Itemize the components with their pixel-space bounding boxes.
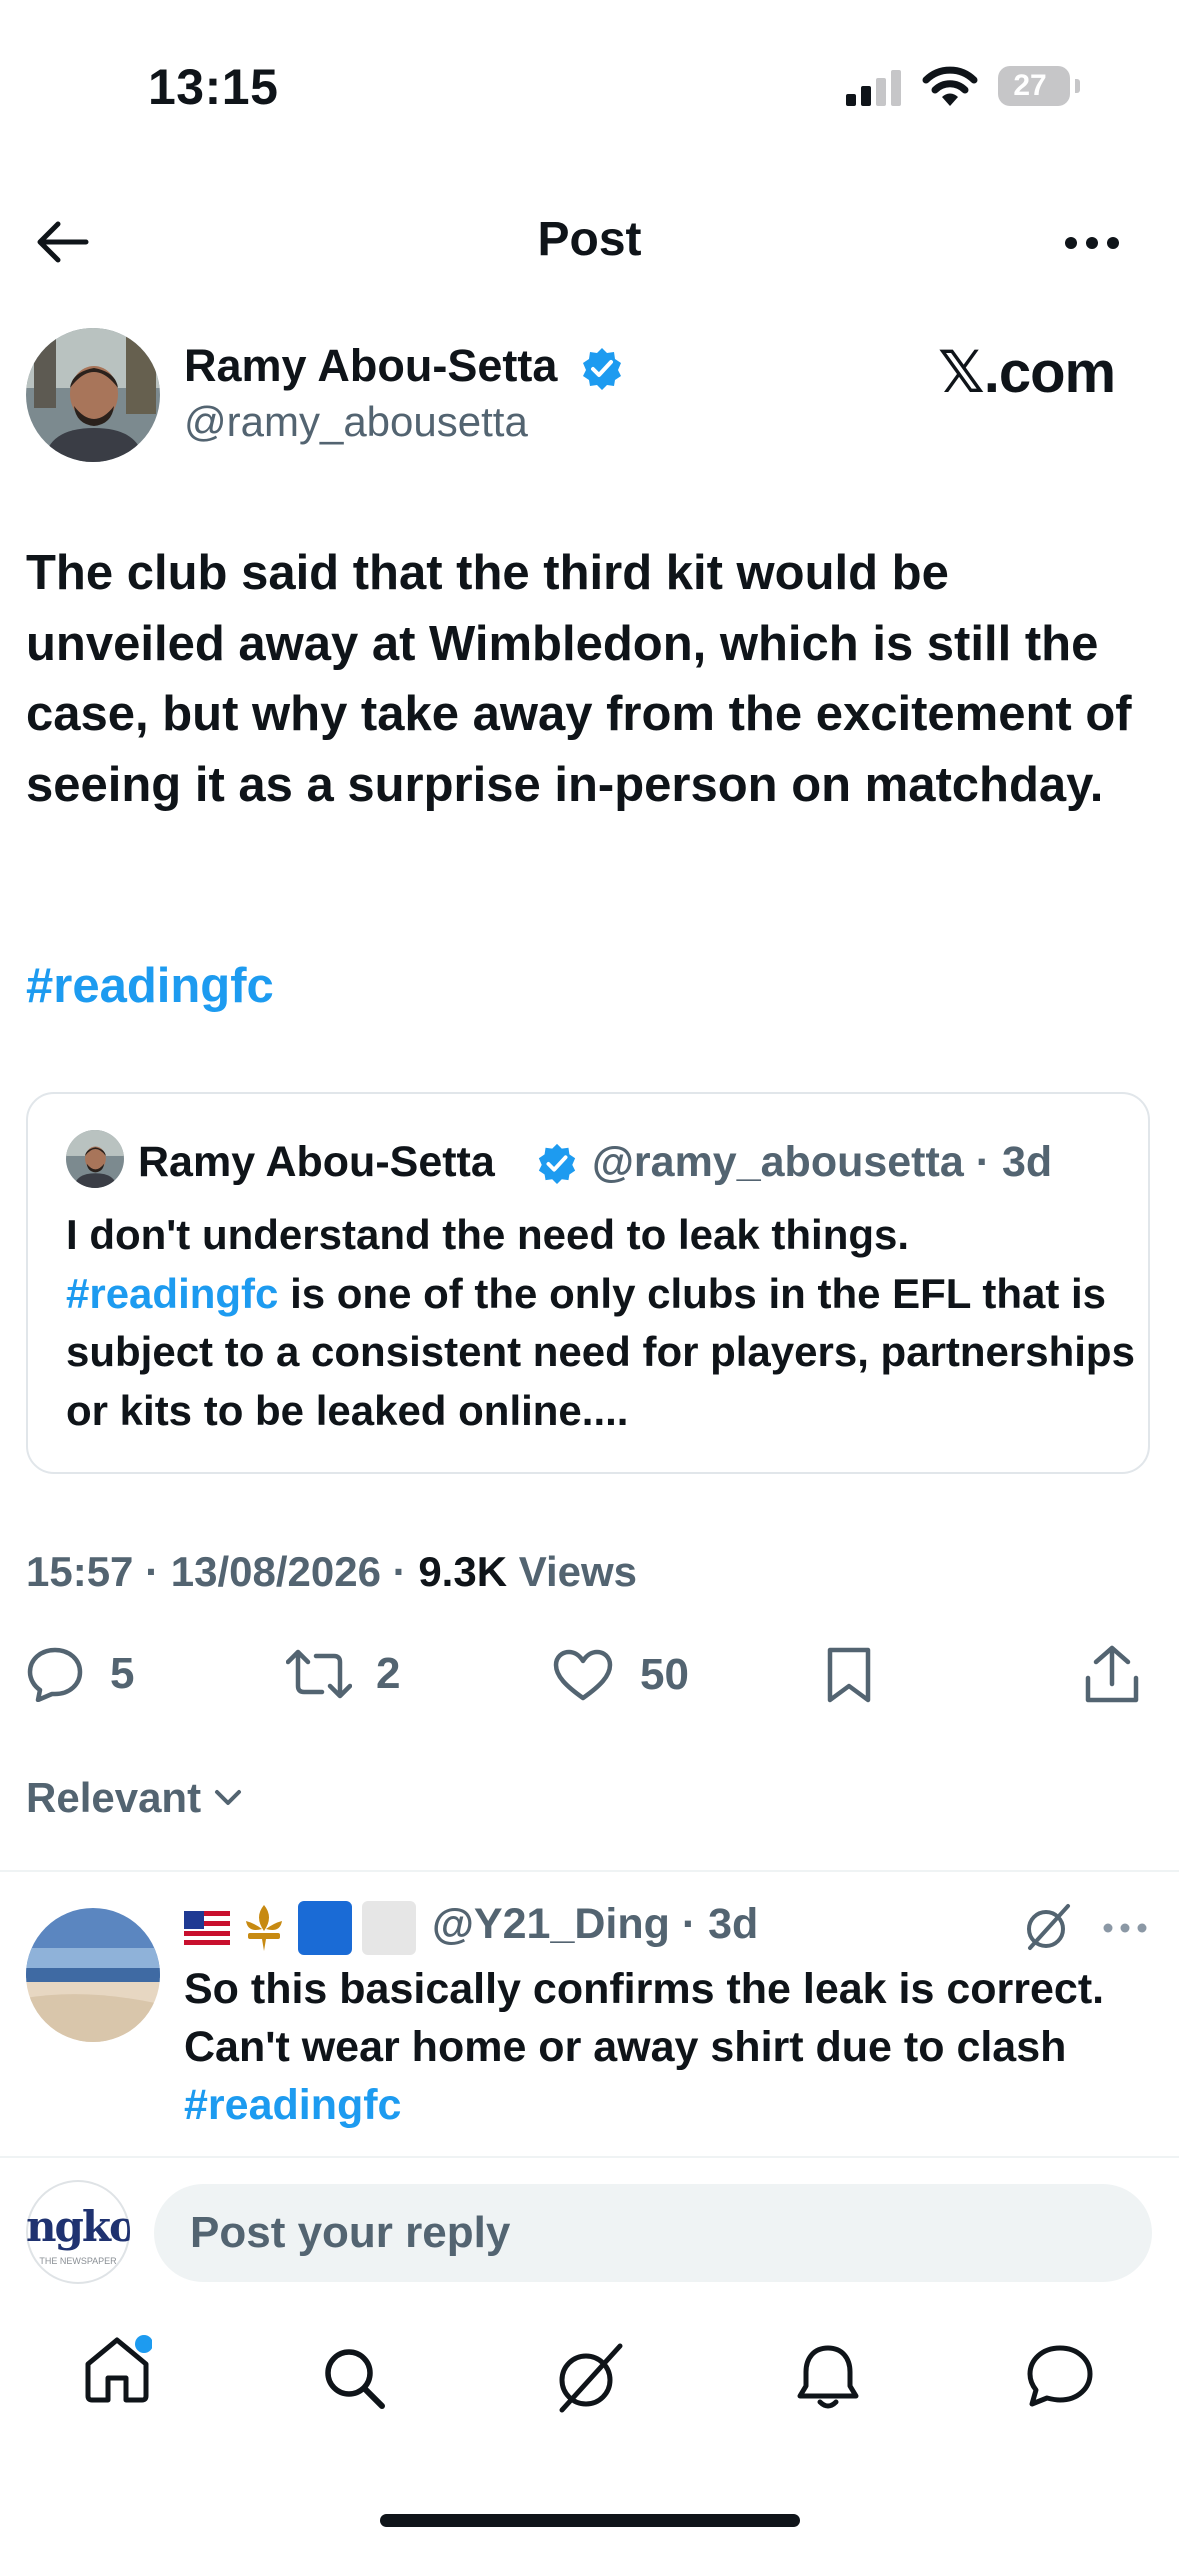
search-icon[interactable] xyxy=(322,2346,386,2410)
verified-badge-icon xyxy=(580,346,624,390)
post-date: 13/08/2026 xyxy=(170,1548,381,1595)
source-label: 𝕏.com xyxy=(938,340,1116,405)
quote-handle-text: @ramy_abousetta xyxy=(592,1138,964,1186)
reply-time: 3d xyxy=(708,1900,759,1948)
page-title: Post xyxy=(537,213,642,266)
reply-hashtag[interactable]: #readingfc xyxy=(184,2076,1174,2134)
composer-avatar: ngko THE NEWSPAPER xyxy=(26,2180,130,2284)
reply-separator: · xyxy=(681,1900,697,1948)
repost-icon xyxy=(286,1648,352,1700)
grok-icon[interactable] xyxy=(1024,1902,1074,1952)
quote-separator: · xyxy=(975,1138,991,1186)
signal-icon xyxy=(846,70,902,106)
reply-handle-text: @Y21_Ding xyxy=(432,1900,670,1948)
more-icon[interactable] xyxy=(1064,236,1120,250)
quote-text: I don't understand the need to leak thin… xyxy=(66,1206,1136,1440)
meta-separator-2: · xyxy=(392,1548,407,1595)
composer-avatar-text: ngko xyxy=(26,2202,130,2251)
reply-button[interactable]: 5 xyxy=(26,1646,134,1702)
divider xyxy=(0,1870,1179,1872)
reply-count: 5 xyxy=(110,1649,135,1698)
composer-avatar-subtext: THE NEWSPAPER xyxy=(39,2256,117,2266)
reply-author-avatar[interactable] xyxy=(26,1908,160,2042)
sort-dropdown[interactable]: Relevant xyxy=(26,1774,243,1822)
quote-author-avatar xyxy=(66,1130,124,1188)
repost-button[interactable]: 2 xyxy=(286,1648,400,1700)
like-count: 50 xyxy=(640,1650,689,1699)
messages-icon[interactable] xyxy=(1026,2344,1094,2408)
status-time: 13:15 xyxy=(148,59,279,115)
post-meta: 15:57 · 13/08/2026 · 9.3K Views xyxy=(26,1548,637,1596)
author-avatar[interactable] xyxy=(26,328,160,462)
reply-input-placeholder: Post your reply xyxy=(190,2208,511,2257)
meta-separator-1: · xyxy=(145,1548,160,1595)
reply-icon xyxy=(26,1646,84,1702)
quote-author-name: Ramy Abou-Setta xyxy=(138,1138,495,1186)
sort-label: Relevant xyxy=(26,1774,202,1821)
bookmark-icon[interactable] xyxy=(824,1646,874,1704)
share-icon[interactable] xyxy=(1084,1644,1140,1704)
post-text: The club said that the third kit would b… xyxy=(26,546,1132,812)
quote-author-handle: @ramy_abousetta · 3d xyxy=(592,1138,1052,1187)
wifi-icon xyxy=(922,64,978,108)
battery-level: 27 xyxy=(1013,69,1047,102)
like-icon xyxy=(552,1648,614,1702)
like-button[interactable]: 50 xyxy=(552,1648,689,1702)
home-icon[interactable] xyxy=(82,2334,152,2404)
reply-text: So this basically confirms the leak is c… xyxy=(184,1960,1174,2134)
quote-verified-badge-icon xyxy=(536,1142,578,1184)
repost-count: 2 xyxy=(376,1649,401,1698)
notifications-icon[interactable] xyxy=(796,2342,860,2410)
quote-time: 3d xyxy=(1001,1138,1053,1186)
reply-author-handle[interactable]: @Y21_Ding · 3d xyxy=(432,1900,758,1949)
reply-more-icon[interactable] xyxy=(1102,1922,1148,1934)
home-indicator xyxy=(380,2514,800,2527)
reply-body: So this basically confirms the leak is c… xyxy=(184,1965,1105,2071)
battery-icon: 27 xyxy=(998,66,1080,106)
quote-hashtag[interactable]: #readingfc xyxy=(66,1270,278,1317)
post-time: 15:57 xyxy=(26,1548,134,1595)
views-count: 9.3K xyxy=(418,1548,508,1595)
author-name[interactable]: Ramy Abou-Setta xyxy=(184,340,557,392)
divider xyxy=(0,2156,1179,2158)
views-label: Views xyxy=(518,1548,638,1595)
quote-text-line1: I don't understand the need to leak thin… xyxy=(66,1211,910,1258)
post-hashtag[interactable]: #readingfc xyxy=(26,958,274,1014)
author-handle[interactable]: @ramy_abousetta xyxy=(184,398,528,446)
reply-author-emoji-name xyxy=(184,1900,416,1956)
chevron-down-icon xyxy=(213,1788,243,1808)
reply-input[interactable]: Post your reply xyxy=(154,2184,1152,2282)
grok-nav-icon[interactable] xyxy=(554,2340,628,2414)
